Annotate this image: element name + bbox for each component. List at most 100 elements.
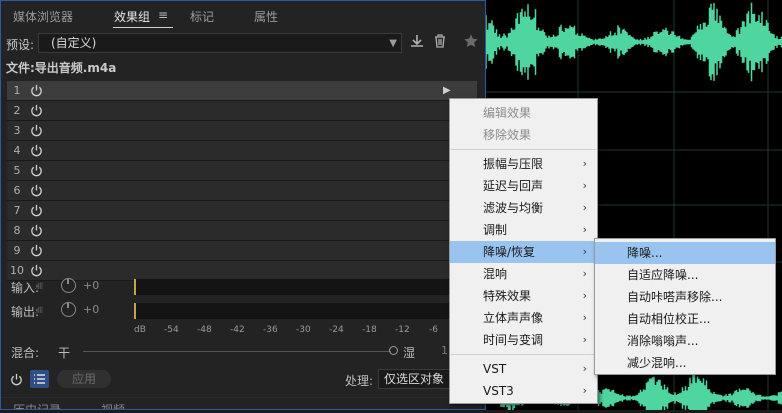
preset-select[interactable]: (自定义) ▼ [38,33,402,53]
submenu-item-adaptive-noise-reduction[interactable]: 自适应降噪... [595,264,775,286]
menu-item-amplitude[interactable]: 振幅与压限 › [450,153,597,175]
tab-effects-rack[interactable]: 效果组 [114,8,150,25]
effect-slot[interactable]: 2 [7,101,477,121]
panel-tabs: 媒体浏览器 效果组 ≡ 标记 属性 [1,1,485,31]
chevron-right-icon: › [582,362,587,375]
mix-slider-thumb[interactable] [389,346,398,355]
submenu-item-auto-click-remover[interactable]: 自动咔嗒声移除... [595,286,775,308]
power-icon[interactable] [29,83,44,98]
active-tab-underline [113,27,173,28]
menu-item-label: 特殊效果 [483,289,532,303]
slot-number: 2 [13,104,21,117]
submenu-item-reduce-reverb[interactable]: 减少混响... [595,352,775,374]
favorite-star-icon[interactable] [462,33,480,53]
slot-number: 1 [13,84,21,97]
lower-panel-tabs: 历史记录 视频 [1,397,485,409]
submenu-item-noise-reduction[interactable]: 降噪... [595,242,775,264]
menu-item-remove-effect[interactable]: 移除效果 [450,124,597,146]
save-preset-icon[interactable] [408,33,426,53]
slot-number: 6 [13,184,21,197]
tab-properties[interactable]: 属性 [254,8,278,25]
menu-item-stereo-imagery[interactable]: 立体声声像 › [450,307,597,329]
chevron-right-icon: › [582,267,587,280]
menu-item-label: 编辑效果 [483,106,532,120]
db-tick: dB [134,325,146,335]
effect-slot[interactable]: 7 [7,201,477,221]
menu-item-edit-effect[interactable]: 编辑效果 [450,102,597,124]
effect-slot[interactable]: 6 [7,181,477,201]
db-tick: -12 [395,325,410,335]
chevron-right-icon: › [582,289,587,302]
tab-media-browser[interactable]: 媒体浏览器 [13,8,73,25]
tab-markers[interactable]: 标记 [190,8,214,25]
input-gain-row: 输入: .ıIII +0 [1,277,485,297]
power-icon[interactable] [29,143,44,158]
slot-number: 8 [13,224,21,237]
process-select[interactable]: 仅选区对象 [378,369,450,389]
submenu-item-auto-phase-correction[interactable]: 自动相位校正... [595,308,775,330]
menu-item-vst3[interactable]: VST3 › [450,380,597,402]
rack-footer: 应用 处理: 仅选区对象 [1,369,485,391]
apply-button[interactable]: 应用 [57,370,111,388]
submenu-item-dehummer[interactable]: 消除嗡嗡声... [595,330,775,352]
menu-item-label: 时间与变调 [483,333,544,347]
output-gain-value: +0 [83,303,100,316]
master-power-icon[interactable] [9,372,24,387]
menu-item-label: 调制 [483,223,508,237]
mix-value: 1 [441,344,448,357]
mix-slider-track[interactable] [83,351,391,352]
slot-number: 3 [13,124,21,137]
effect-slot[interactable]: 5 [7,161,477,181]
power-icon[interactable] [29,103,44,118]
menu-item-delay-echo[interactable]: 延迟与回声 › [450,175,597,197]
db-tick: -6 [429,325,438,335]
power-icon[interactable] [29,163,44,178]
file-name-label: 文件:导出音频.m4a [6,61,117,75]
slot-number: 9 [13,244,21,257]
input-gain-knob[interactable] [61,278,76,293]
menu-separator [451,354,596,355]
effect-slots-list: 1 ▶ 2 3 4 5 6 7 8 9 10 [7,81,477,281]
menu-item-filter-eq[interactable]: 滤波与均衡 › [450,197,597,219]
delete-preset-icon[interactable] [431,33,449,53]
effect-slot[interactable]: 4 [7,141,477,161]
menu-item-modulation[interactable]: 调制 › [450,219,597,241]
effects-context-menu: 编辑效果 移除效果 振幅与压限 › 延迟与回声 › 滤波与均衡 › 调制 › 降噪/恢复… [449,98,598,404]
db-tick: -48 [197,325,212,335]
effect-slot[interactable]: 1 ▶ [7,81,477,101]
chevron-right-icon: › [582,384,587,397]
power-icon[interactable] [29,183,44,198]
waveform-channel [485,2,782,82]
menu-item-label: VST [483,362,507,376]
list-view-button[interactable] [30,370,49,388]
power-icon[interactable] [29,263,44,278]
menu-item-reverb[interactable]: 混响 › [450,263,597,285]
output-gain-knob[interactable] [61,302,76,317]
preset-value: (自定义) [51,36,97,50]
effect-slot[interactable]: 9 [7,241,477,261]
menu-item-time-pitch[interactable]: 时间与变调 › [450,329,597,351]
tab-menu-icon[interactable]: ≡ [158,8,168,22]
db-tick: -36 [263,325,278,335]
chevron-right-icon: › [582,157,587,170]
chevron-right-icon: › [582,333,587,346]
tab-video[interactable]: 视频 [101,401,125,409]
menu-item-label: VST3 [483,384,514,398]
menu-item-special[interactable]: 特殊效果 › [450,285,597,307]
menu-item-label: 振幅与压限 [483,157,544,171]
effects-rack-panel: 媒体浏览器 效果组 ≡ 标记 属性 预设: (自定义) ▼ 文件:导出音频.m4… [0,0,486,410]
db-tick: -54 [164,325,179,335]
effect-slot[interactable]: 8 [7,221,477,241]
process-label: 处理: [345,374,374,388]
list-icon [34,374,45,384]
power-icon[interactable] [29,223,44,238]
power-icon[interactable] [29,203,44,218]
menu-item-vst[interactable]: VST › [450,358,597,380]
mix-row: 混合: 干 湿 1 [1,341,485,363]
power-icon[interactable] [29,243,44,258]
tab-history[interactable]: 历史记录 [13,401,61,409]
power-icon[interactable] [29,123,44,138]
db-tick: -42 [230,325,245,335]
menu-item-noise-reduction[interactable]: 降噪/恢复 › [450,241,597,263]
effect-slot[interactable]: 3 [7,121,477,141]
